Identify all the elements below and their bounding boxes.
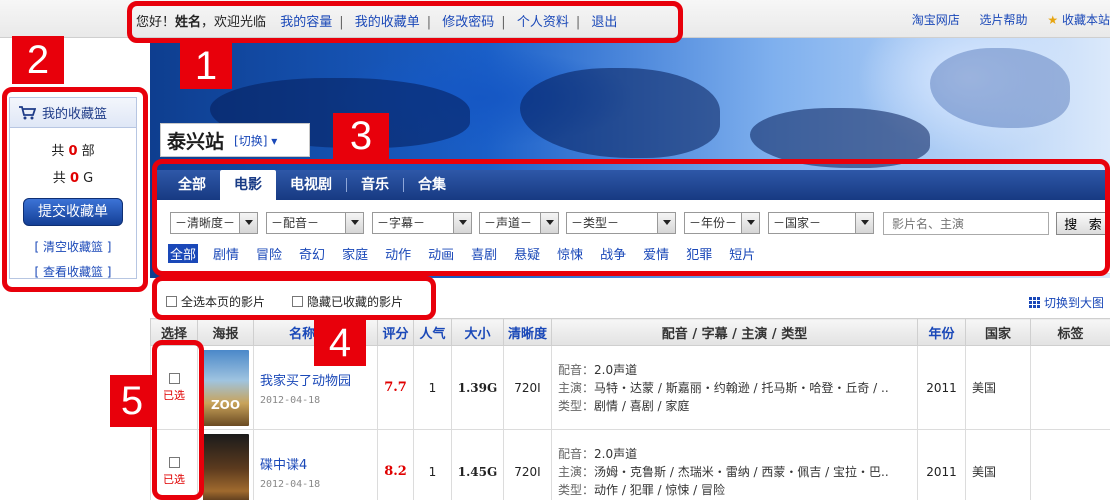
table-row: 已选 ZOO 我家买了动物园 2012-04-18 7.7 1 1.39G 720…: [150, 345, 1110, 430]
movie-country: 美国: [965, 345, 1031, 430]
movie-size: 1.39G: [451, 345, 504, 430]
annotation-box-4: [152, 276, 436, 320]
movie-tags: [1030, 429, 1110, 500]
movie-title-link[interactable]: 碟中谍4: [260, 454, 377, 473]
annotation-box-5: [152, 340, 204, 500]
col-country: 国家: [965, 318, 1031, 346]
movie-year: 2011: [917, 345, 966, 430]
annotation-badge-5: 5: [110, 375, 154, 427]
bookmark-site-link[interactable]: 收藏本站: [1062, 13, 1110, 27]
station-name: 泰兴站: [167, 130, 225, 153]
annotation-badge-3: 3: [333, 113, 389, 159]
col-poster: 海报: [197, 318, 254, 346]
station-switch-link[interactable]: [切换] ▾: [234, 132, 277, 149]
movie-popularity: 1: [413, 345, 452, 430]
annotation-box-1: [127, 1, 683, 43]
grid-icon: [1028, 297, 1040, 308]
movie-size: 1.45G: [451, 429, 504, 500]
col-year[interactable]: 年份: [917, 318, 966, 346]
station-selector[interactable]: 泰兴站 [切换] ▾: [160, 123, 310, 157]
update-date: 2012-04-18: [260, 394, 321, 406]
taobao-shop-link[interactable]: 淘宝网店: [912, 13, 960, 27]
annotation-badge-1: 1: [180, 43, 232, 89]
movie-score: 7.7: [377, 345, 414, 430]
movie-table: 选择 海报 名称 / 更 评分 人气 大小 清晰度 配音 / 字幕 / 主演 /…: [150, 318, 1110, 500]
col-quality[interactable]: 清晰度: [503, 318, 552, 346]
movie-tags: [1030, 345, 1110, 430]
movie-info: 配音：2.0声道 主演：马特・达蒙 / 斯嘉丽・约翰逊 / 托马斯・哈登・丘奇 …: [551, 345, 918, 430]
movie-popularity: 1: [413, 429, 452, 500]
movie-score: 8.2: [377, 429, 414, 500]
annotation-box-2: [2, 87, 148, 292]
movie-quality: 720I: [503, 345, 552, 430]
col-info: 配音 / 字幕 / 主演 / 类型: [551, 318, 918, 346]
annotation-badge-2: 2: [12, 36, 64, 84]
switch-view-link[interactable]: 切换到大图: [1028, 294, 1104, 311]
site-links: 淘宝网店 选片帮助 ★ 收藏本站: [912, 11, 1110, 28]
movie-title-link[interactable]: 我家买了动物园: [260, 370, 377, 389]
table-header: 选择 海报 名称 / 更 评分 人气 大小 清晰度 配音 / 字幕 / 主演 /…: [150, 318, 1110, 346]
movie-country: 美国: [965, 429, 1031, 500]
col-size[interactable]: 大小: [451, 318, 504, 346]
annotation-badge-4: 4: [314, 320, 366, 366]
movie-poster[interactable]: ZOO: [202, 349, 249, 426]
movie-info: 配音：2.0声道 主演：汤姆・克鲁斯 / 杰瑞米・雷纳 / 西蒙・佩吉 / 宝拉…: [551, 429, 918, 500]
table-row: 已选 碟中谍4 2012-04-18 8.2 1 1.45G 720I 配音：2.…: [150, 429, 1110, 500]
update-date: 2012-04-18: [260, 478, 321, 490]
movie-poster[interactable]: [202, 433, 249, 500]
help-link[interactable]: 选片帮助: [980, 13, 1028, 27]
star-icon: ★: [1047, 13, 1059, 27]
movie-year: 2011: [917, 429, 966, 500]
annotation-box-3: [152, 159, 1110, 276]
col-popularity[interactable]: 人气: [413, 318, 452, 346]
col-score[interactable]: 评分: [377, 318, 414, 346]
movie-quality: 720I: [503, 429, 552, 500]
col-tags: 标签: [1030, 318, 1110, 346]
